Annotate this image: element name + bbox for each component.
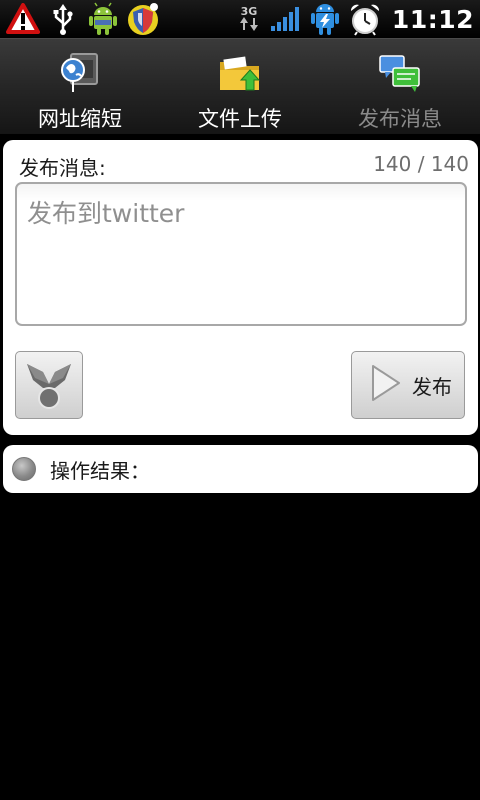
result-label: 操作结果：: [50, 458, 150, 483]
android-icon: [86, 2, 120, 36]
link-shortener-icon: [21, 354, 77, 416]
tab-url-shorten[interactable]: 网址缩短: [0, 39, 160, 134]
battery-charging-icon: [308, 2, 342, 36]
status-clock: 11:12: [391, 4, 474, 34]
result-panel: 操作结果：: [3, 445, 478, 493]
status-bar-left: [6, 2, 160, 36]
compose-panel: 发布消息: 140 / 140 发布: [3, 140, 478, 435]
status-bar-right: 3G 11:12: [236, 2, 474, 36]
compose-label: 发布消息:: [19, 156, 106, 180]
url-shorten-icon: [56, 49, 104, 97]
tab-bar: 网址缩短 文件上传 发布消息: [0, 38, 480, 134]
folder-upload-icon: [216, 49, 264, 97]
tab-post-message[interactable]: 发布消息: [320, 39, 480, 134]
publish-button[interactable]: 发布: [351, 351, 465, 419]
security-shield-icon: [126, 2, 160, 36]
play-arrow-icon: [370, 363, 402, 407]
status-bar: 3G 11:12: [0, 0, 480, 38]
message-input[interactable]: [15, 182, 467, 326]
warning-icon: [6, 2, 40, 36]
network-type-indicator: 3G: [236, 6, 262, 33]
post-message-icon: [376, 49, 424, 97]
character-counter: 140 / 140: [373, 152, 469, 176]
shorten-link-button[interactable]: [15, 351, 83, 419]
alarm-clock-icon: [348, 2, 382, 36]
signal-strength-icon: [268, 2, 302, 36]
usb-icon: [46, 2, 80, 36]
tab-post-message-label: 发布消息: [358, 107, 442, 131]
data-activity-icon: [239, 16, 258, 31]
publish-button-label: 发布: [412, 374, 452, 399]
tab-url-shorten-label: 网址缩短: [38, 107, 122, 131]
result-status-indicator-icon: [12, 457, 36, 481]
tab-file-upload-label: 文件上传: [198, 107, 282, 131]
tab-file-upload[interactable]: 文件上传: [160, 39, 320, 134]
